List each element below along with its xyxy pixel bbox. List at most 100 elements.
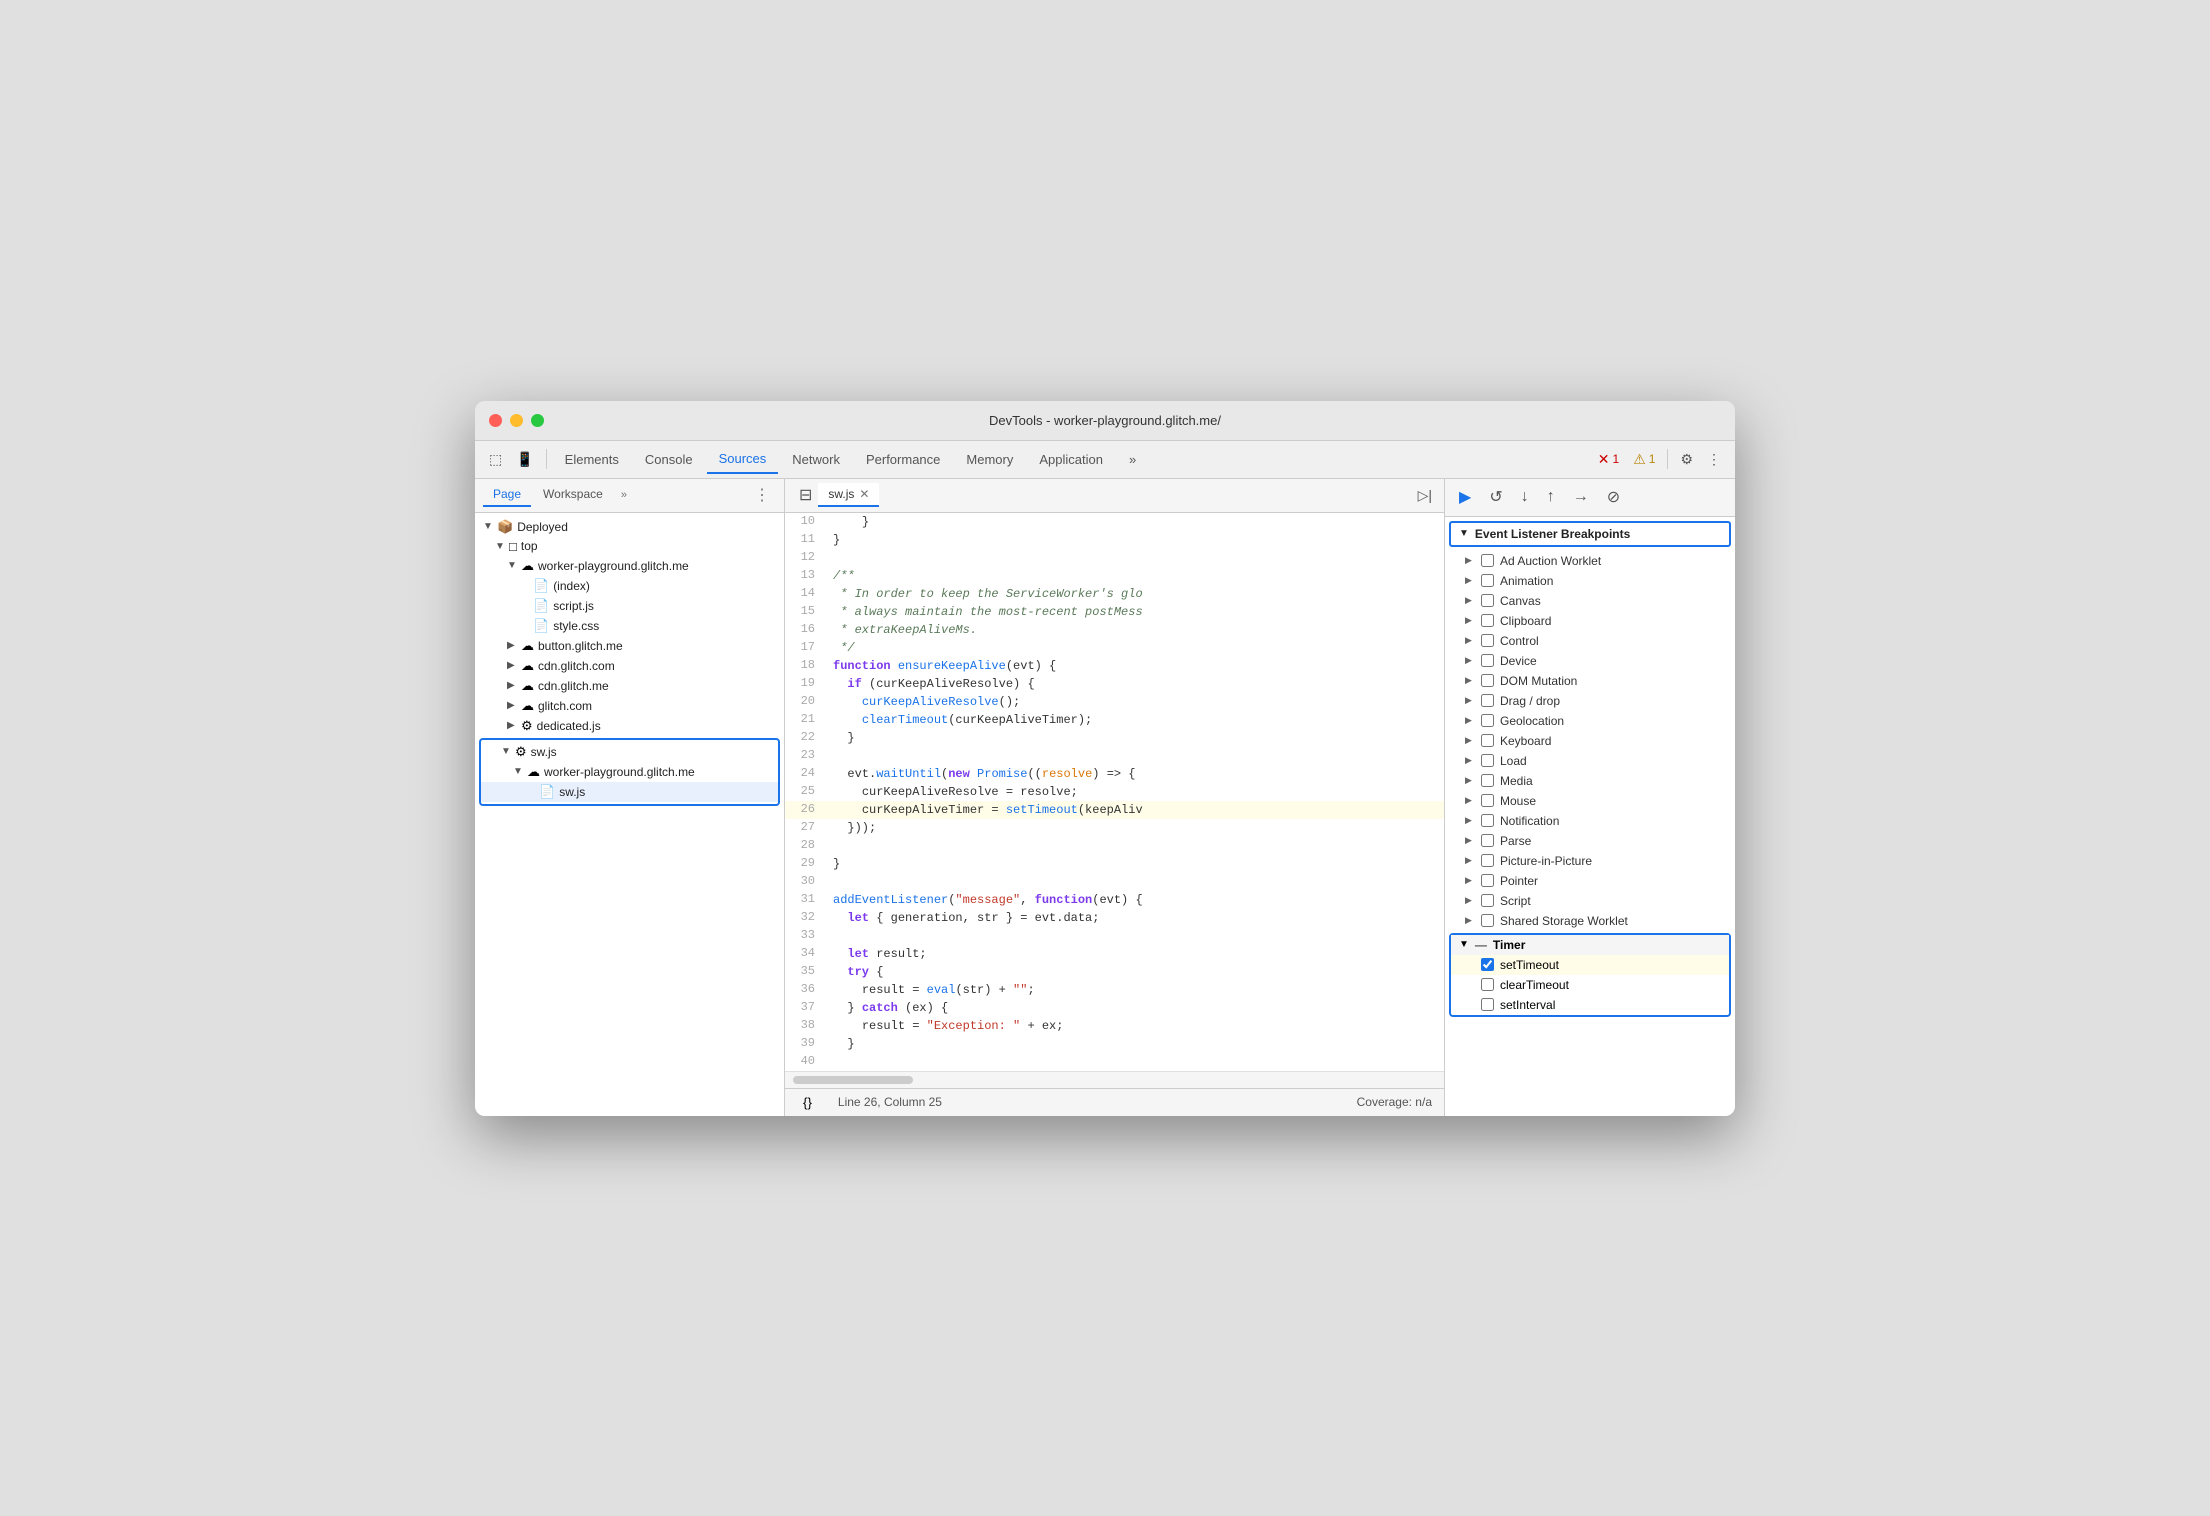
bp-item-drag-drop[interactable]: ▶ Drag / drop [1445, 691, 1735, 711]
more-options-icon[interactable]: ⋮ [1701, 447, 1727, 472]
bp-item-load[interactable]: ▶ Load [1445, 751, 1735, 771]
tab-performance[interactable]: Performance [854, 446, 952, 473]
checkbox-ad-auction[interactable] [1481, 554, 1494, 567]
sidebar-toggle[interactable]: ⊟ [793, 481, 818, 509]
tree-item-index[interactable]: ▶ 📄 (index) [475, 576, 784, 596]
tree-item-cdn-glitch-me[interactable]: ▶ ☁ cdn.glitch.me [475, 676, 784, 696]
error-badge[interactable]: ✕ 1 [1592, 448, 1625, 471]
bp-item-clipboard[interactable]: ▶ Clipboard [1445, 611, 1735, 631]
close-tab-icon[interactable]: ✕ [859, 487, 869, 501]
tree-item-dedicated-js[interactable]: ▶ ⚙ dedicated.js [475, 716, 784, 736]
bp-item-parse[interactable]: ▶ Parse [1445, 831, 1735, 851]
warning-badge[interactable]: ⚠ 1 [1627, 448, 1661, 471]
event-listener-breakpoints-header[interactable]: ▼ Event Listener Breakpoints [1449, 521, 1731, 547]
resume-button[interactable]: ▶ [1453, 483, 1477, 511]
tree-item-top[interactable]: ▼ □ top [475, 537, 784, 556]
checkbox-dom-mutation[interactable] [1481, 674, 1494, 687]
checkbox-setinterval[interactable] [1481, 998, 1494, 1011]
tree-item-button-glitch[interactable]: ▶ ☁ button.glitch.me [475, 636, 784, 656]
step-over-button[interactable]: ↺ [1483, 483, 1508, 511]
format-icon[interactable]: {} [797, 1093, 818, 1112]
tree-item-worker-playground[interactable]: ▼ ☁ worker-playground.glitch.me [475, 556, 784, 576]
checkbox-script[interactable] [1481, 894, 1494, 907]
tree-item-deployed[interactable]: ▼ 📦 Deployed [475, 517, 784, 537]
code-line-22: 22 } [785, 729, 1444, 747]
checkbox-device[interactable] [1481, 654, 1494, 667]
checkbox-media[interactable] [1481, 774, 1494, 787]
tab-sources[interactable]: Sources [707, 445, 779, 474]
checkbox-shared-storage[interactable] [1481, 914, 1494, 927]
step-into-button[interactable]: ↓ [1515, 484, 1535, 510]
title-bar: DevTools - worker-playground.glitch.me/ [475, 401, 1735, 441]
tree-item-cdn-glitch-com[interactable]: ▶ ☁ cdn.glitch.com [475, 656, 784, 676]
tree-item-style-css[interactable]: ▶ 📄 style.css [475, 616, 784, 636]
bp-item-pip[interactable]: ▶ Picture-in-Picture [1445, 851, 1735, 871]
checkbox-mouse[interactable] [1481, 794, 1494, 807]
code-file-tab-sw[interactable]: sw.js ✕ [818, 483, 879, 507]
tab-page[interactable]: Page [483, 483, 531, 507]
bp-item-media[interactable]: ▶ Media [1445, 771, 1735, 791]
tab-memory[interactable]: Memory [954, 446, 1025, 473]
tree-item-sw-js-file[interactable]: ▶ 📄 sw.js [481, 782, 778, 802]
bp-item-pointer[interactable]: ▶ Pointer [1445, 871, 1735, 891]
checkbox-control[interactable] [1481, 634, 1494, 647]
checkbox-canvas[interactable] [1481, 594, 1494, 607]
checkbox-load[interactable] [1481, 754, 1494, 767]
checkbox-cleartimeout[interactable] [1481, 978, 1494, 991]
checkbox-pointer[interactable] [1481, 874, 1494, 887]
close-button[interactable] [489, 414, 502, 427]
bp-item-device[interactable]: ▶ Device [1445, 651, 1735, 671]
tree-item-script-js[interactable]: ▶ 📄 script.js [475, 596, 784, 616]
bp-item-shared-storage[interactable]: ▶ Shared Storage Worklet [1445, 911, 1735, 931]
checkbox-animation[interactable] [1481, 574, 1494, 587]
checkbox-pip[interactable] [1481, 854, 1494, 867]
bp-item-animation[interactable]: ▶ Animation [1445, 571, 1735, 591]
more-panel-tabs[interactable]: » [615, 485, 633, 505]
bp-item-geolocation[interactable]: ▶ Geolocation [1445, 711, 1735, 731]
deactivate-breakpoints-button[interactable]: ⊘ [1601, 483, 1626, 511]
bp-item-canvas[interactable]: ▶ Canvas [1445, 591, 1735, 611]
panel-options[interactable]: ⋮ [748, 483, 776, 507]
timer-item-settimeout[interactable]: setTimeout [1451, 955, 1729, 975]
checkbox-settimeout[interactable] [1481, 958, 1494, 971]
tree-item-glitch-com[interactable]: ▶ ☁ glitch.com [475, 696, 784, 716]
tab-workspace[interactable]: Workspace [533, 483, 613, 507]
scrollbar-thumb[interactable] [793, 1076, 913, 1084]
horizontal-scrollbar[interactable] [785, 1071, 1444, 1088]
bp-item-notification[interactable]: ▶ Notification [1445, 811, 1735, 831]
minimize-button[interactable] [510, 414, 523, 427]
fullscreen-button[interactable] [531, 414, 544, 427]
code-line-26: 26 curKeepAliveTimer = setTimeout(keepAl… [785, 801, 1444, 819]
tab-console[interactable]: Console [633, 446, 705, 473]
device-icon[interactable]: 📱 [510, 447, 539, 472]
tree-item-worker-playground-2[interactable]: ▼ ☁ worker-playground.glitch.me [481, 762, 778, 782]
bp-item-ad-auction[interactable]: ▶ Ad Auction Worklet [1445, 551, 1735, 571]
bp-item-dom-mutation[interactable]: ▶ DOM Mutation [1445, 671, 1735, 691]
code-area[interactable]: 10 } 11 } 12 13 /* [785, 513, 1444, 1071]
expand-panel-icon[interactable]: ▷| [1414, 483, 1436, 508]
timer-item-cleartimeout[interactable]: clearTimeout [1451, 975, 1729, 995]
checkbox-clipboard[interactable] [1481, 614, 1494, 627]
bp-item-mouse[interactable]: ▶ Mouse [1445, 791, 1735, 811]
settings-icon[interactable]: ⚙ [1674, 447, 1699, 472]
checkbox-keyboard[interactable] [1481, 734, 1494, 747]
timer-header[interactable]: ▼ — Timer [1451, 935, 1729, 955]
tab-application[interactable]: Application [1027, 446, 1115, 473]
tab-network[interactable]: Network [780, 446, 852, 473]
file-icon-index: 📄 [533, 578, 549, 594]
timer-item-setinterval[interactable]: setInterval [1451, 995, 1729, 1015]
tab-elements[interactable]: Elements [553, 446, 631, 473]
tree-item-sw-js[interactable]: ▼ ⚙ sw.js [481, 742, 778, 762]
checkbox-geolocation[interactable] [1481, 714, 1494, 727]
bp-item-keyboard[interactable]: ▶ Keyboard [1445, 731, 1735, 751]
step-button[interactable]: → [1567, 484, 1595, 510]
inspect-icon[interactable]: ⬚ [483, 447, 508, 472]
checkbox-parse[interactable] [1481, 834, 1494, 847]
expand-icon-geolocation: ▶ [1465, 715, 1475, 726]
checkbox-notification[interactable] [1481, 814, 1494, 827]
checkbox-drag-drop[interactable] [1481, 694, 1494, 707]
more-tabs-button[interactable]: » [1117, 446, 1148, 473]
bp-item-control[interactable]: ▶ Control [1445, 631, 1735, 651]
bp-item-script[interactable]: ▶ Script [1445, 891, 1735, 911]
step-out-button[interactable]: ↑ [1541, 484, 1561, 510]
